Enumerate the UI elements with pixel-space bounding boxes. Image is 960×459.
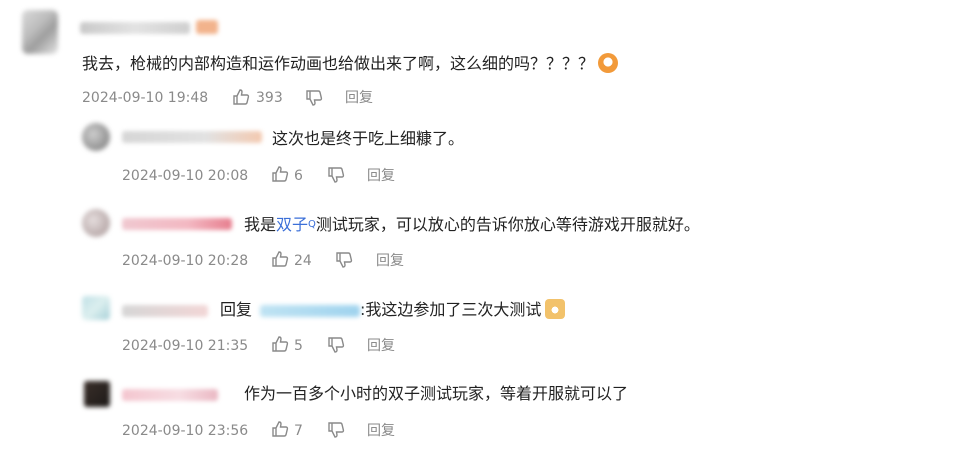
reply-time: 2024-09-10 21:35 xyxy=(122,338,249,354)
shocked-face-icon xyxy=(598,53,619,73)
reply-time: 2024-09-10 20:28 xyxy=(122,253,249,269)
username[interactable] xyxy=(80,22,190,34)
thumbs-down-icon[interactable] xyxy=(327,421,345,439)
comment-body: 我去，枪械的内部构造和运作动画也给做出来了啊，这么细的吗？？？？ xyxy=(82,54,595,73)
reply-text: 我是双子Q测试玩家，可以放心的告诉你放心等待游戏开服就好。 xyxy=(244,214,700,236)
like-count: 5 xyxy=(294,338,303,354)
thumbs-up-icon[interactable] xyxy=(271,335,289,353)
reply-to-label: 回复 xyxy=(220,300,253,319)
like-count: 24 xyxy=(294,253,312,269)
thumbs-down-icon[interactable] xyxy=(327,336,345,354)
username[interactable] xyxy=(122,131,262,143)
thumbs-down-icon[interactable] xyxy=(327,166,345,184)
cat-face-icon xyxy=(545,299,566,319)
reply-button[interactable]: 回复 xyxy=(367,337,395,355)
thumbs-up-icon[interactable] xyxy=(271,165,289,183)
avatar[interactable] xyxy=(82,296,110,320)
comment-text: 我去，枪械的内部构造和运作动画也给做出来了啊，这么细的吗？？？？ xyxy=(82,53,619,75)
thumbs-up-icon[interactable] xyxy=(271,250,289,268)
username[interactable] xyxy=(122,305,208,317)
reply-button[interactable]: 回复 xyxy=(367,167,395,185)
avatar[interactable] xyxy=(82,123,110,151)
comment-time: 2024-09-10 19:48 xyxy=(82,90,209,106)
user-badge xyxy=(196,20,218,34)
like-count: 6 xyxy=(294,168,303,184)
search-icon: Q xyxy=(308,219,316,230)
reply-text-suffix: 测试玩家，可以放心的告诉你放心等待游戏开服就好。 xyxy=(315,215,700,234)
reply-text: 这次也是终于吃上细糠了。 xyxy=(272,129,465,148)
reply-time: 2024-09-10 20:08 xyxy=(122,168,249,184)
username[interactable] xyxy=(122,389,218,401)
reply-time: 2024-09-10 23:56 xyxy=(122,423,249,439)
thumbs-up-icon[interactable] xyxy=(232,88,250,106)
reply-body: :我这边参加了三次大测试 xyxy=(360,300,542,319)
username[interactable] xyxy=(122,218,232,230)
thumbs-down-icon[interactable] xyxy=(335,251,353,269)
reply-button[interactable]: 回复 xyxy=(367,422,395,440)
mentioned-username[interactable] xyxy=(260,304,361,317)
thumbs-down-icon[interactable] xyxy=(305,89,323,107)
thumbs-up-icon[interactable] xyxy=(271,420,289,438)
like-count: 7 xyxy=(294,423,303,439)
reply-text-prefix: 我是 xyxy=(244,215,277,234)
reply-text: 作为一百多个小时的双子测试玩家，等着开服就可以了 xyxy=(244,384,629,403)
reply-text: 回复 :我这边参加了三次大测试 xyxy=(220,299,566,321)
avatar[interactable] xyxy=(22,10,58,54)
reply-button[interactable]: 回复 xyxy=(376,252,404,270)
avatar[interactable] xyxy=(84,381,110,407)
avatar[interactable] xyxy=(82,209,110,237)
topic-link[interactable]: 双子 xyxy=(276,215,308,234)
like-count: 393 xyxy=(256,90,283,106)
reply-button[interactable]: 回复 xyxy=(345,89,373,107)
